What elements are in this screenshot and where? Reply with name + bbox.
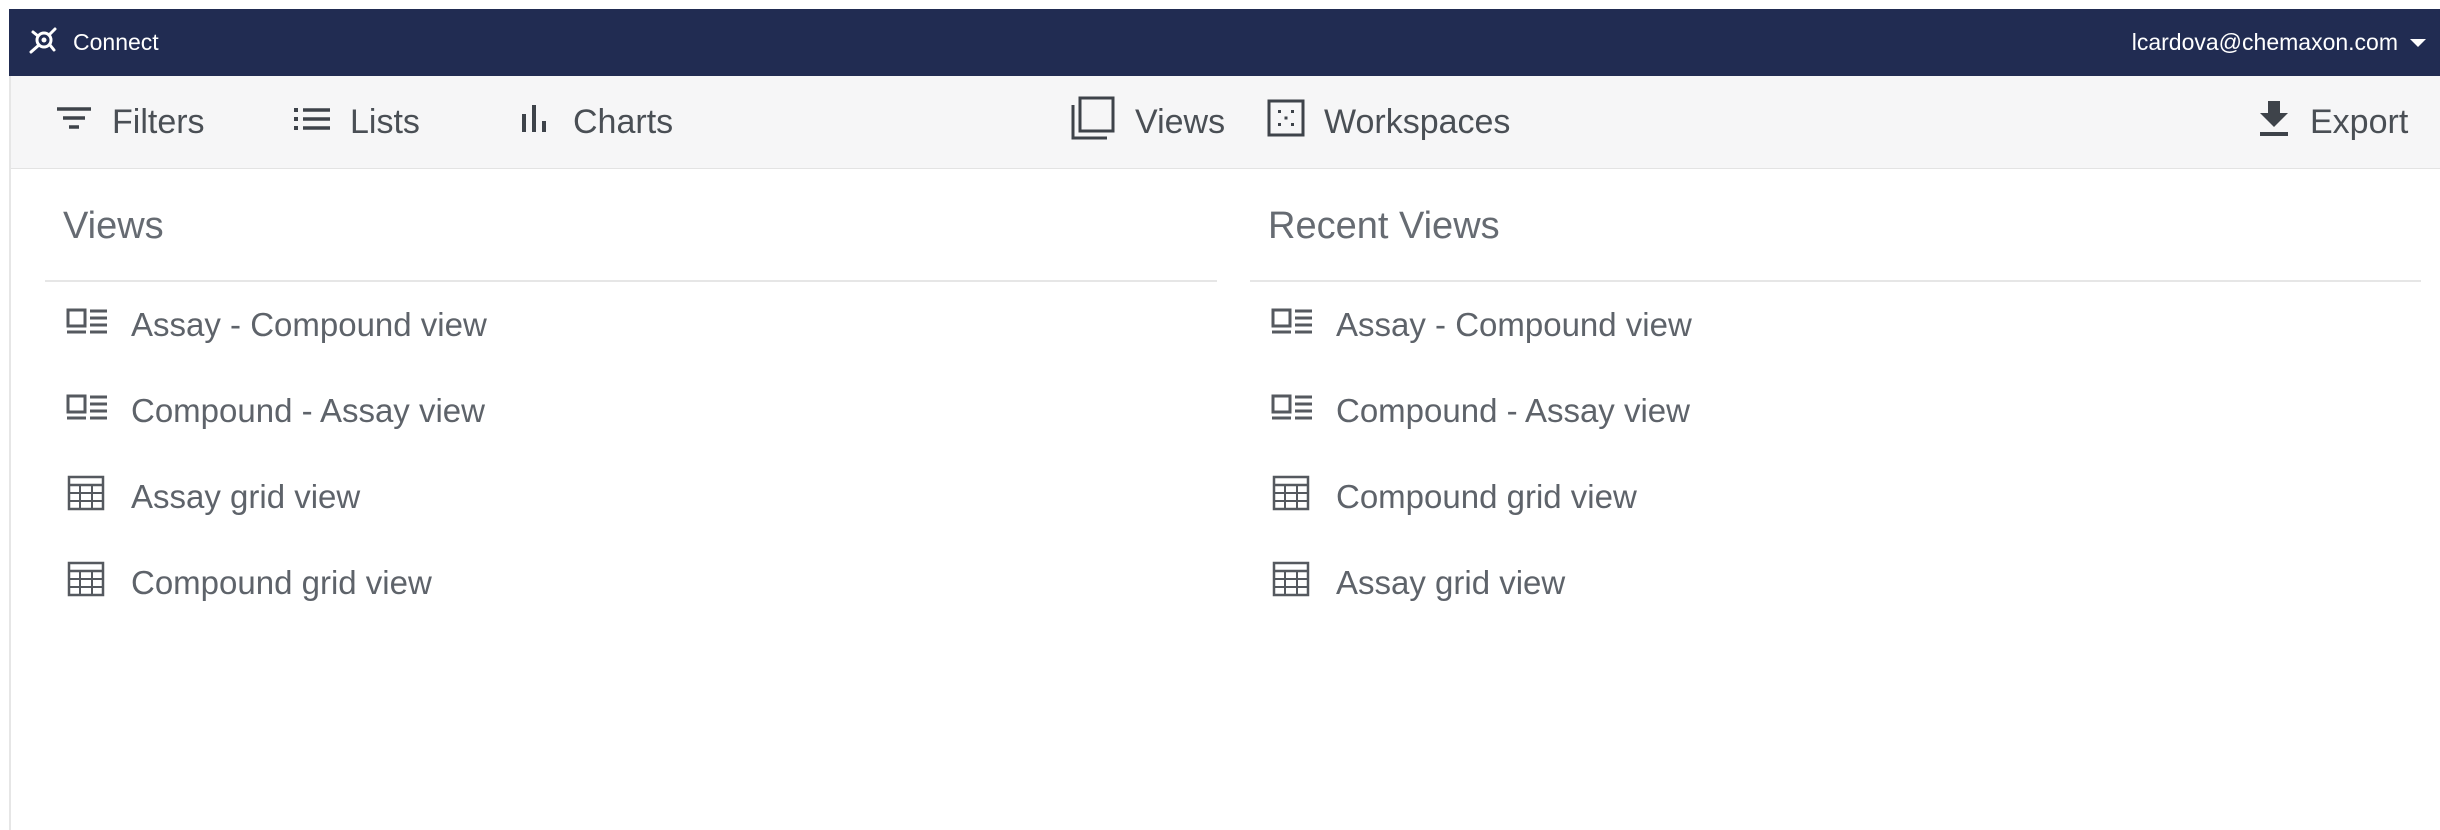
view-item-label: Compound - Assay view bbox=[1336, 392, 1690, 429]
recent-views-list: Assay - Compound view Compound - Assay vi… bbox=[1250, 282, 2421, 626]
recent-views-panel-title: Recent Views bbox=[1250, 168, 2421, 282]
workspaces-button[interactable]: Workspaces bbox=[1266, 76, 1510, 168]
bar-chart-icon bbox=[515, 102, 555, 143]
grid-view-icon bbox=[1270, 561, 1314, 605]
detail-view-icon bbox=[65, 303, 109, 347]
charts-button[interactable]: Charts bbox=[515, 76, 673, 168]
app-brand[interactable]: Connect bbox=[27, 9, 159, 76]
view-list-item[interactable]: Assay - Compound view bbox=[45, 282, 1217, 368]
download-icon bbox=[2256, 98, 2292, 147]
workspace-icon bbox=[1266, 98, 1306, 147]
lists-button[interactable]: Lists bbox=[292, 76, 420, 168]
app-title: Connect bbox=[73, 29, 159, 55]
view-item-label: Compound grid view bbox=[131, 564, 432, 601]
toolbar: Filters Lists Charts Views Workspaces Ex… bbox=[11, 76, 2440, 169]
workspaces-label: Workspaces bbox=[1324, 102, 1511, 141]
views-label: Views bbox=[1135, 102, 1226, 141]
recent-views-panel: Recent Views Assay - Compound view Compou… bbox=[1250, 168, 2421, 626]
export-label: Export bbox=[2310, 102, 2409, 141]
views-list: Assay - Compound view Compound - Assay vi… bbox=[45, 282, 1217, 626]
view-list-item[interactable]: Assay grid view bbox=[1250, 540, 2421, 626]
view-list-item[interactable]: Compound - Assay view bbox=[1250, 368, 2421, 454]
view-item-label: Assay grid view bbox=[131, 478, 361, 515]
view-item-label: Compound grid view bbox=[1336, 478, 1637, 515]
lists-label: Lists bbox=[350, 102, 420, 141]
grid-view-icon bbox=[65, 561, 109, 605]
views-panel-title: Views bbox=[45, 168, 1217, 282]
export-button[interactable]: Export bbox=[2256, 76, 2408, 168]
view-item-label: Compound - Assay view bbox=[131, 392, 485, 429]
grid-view-icon bbox=[1270, 475, 1314, 519]
views-panel: Views Assay - Compound view Compound - As… bbox=[45, 168, 1217, 626]
user-email: lcardova@chemaxon.com bbox=[2131, 29, 2398, 55]
grid-view-icon bbox=[65, 475, 109, 519]
view-list-item[interactable]: Compound grid view bbox=[1250, 454, 2421, 540]
filters-button[interactable]: Filters bbox=[54, 76, 205, 168]
view-list-item[interactable]: Assay grid view bbox=[45, 454, 1217, 540]
filter-icon bbox=[54, 102, 94, 143]
user-menu[interactable]: lcardova@chemaxon.com bbox=[2132, 9, 2426, 76]
view-list-item[interactable]: Compound grid view bbox=[45, 540, 1217, 626]
view-list-item[interactable]: Compound - Assay view bbox=[45, 368, 1217, 454]
view-item-label: Assay - Compound view bbox=[131, 306, 487, 343]
detail-view-icon bbox=[1270, 389, 1314, 433]
list-icon bbox=[292, 103, 332, 142]
detail-view-icon bbox=[1270, 303, 1314, 347]
charts-label: Charts bbox=[573, 102, 674, 141]
caret-down-icon bbox=[2410, 38, 2426, 47]
view-item-label: Assay grid view bbox=[1336, 564, 1566, 601]
top-bar: Connect lcardova@chemaxon.com bbox=[9, 9, 2440, 76]
detail-view-icon bbox=[65, 389, 109, 433]
views-icon bbox=[1069, 95, 1117, 150]
view-list-item[interactable]: Assay - Compound view bbox=[1250, 282, 2421, 368]
views-button[interactable]: Views bbox=[1069, 76, 1225, 168]
filters-label: Filters bbox=[112, 102, 205, 141]
connect-logo-icon bbox=[27, 24, 59, 62]
view-item-label: Assay - Compound view bbox=[1336, 306, 1692, 343]
